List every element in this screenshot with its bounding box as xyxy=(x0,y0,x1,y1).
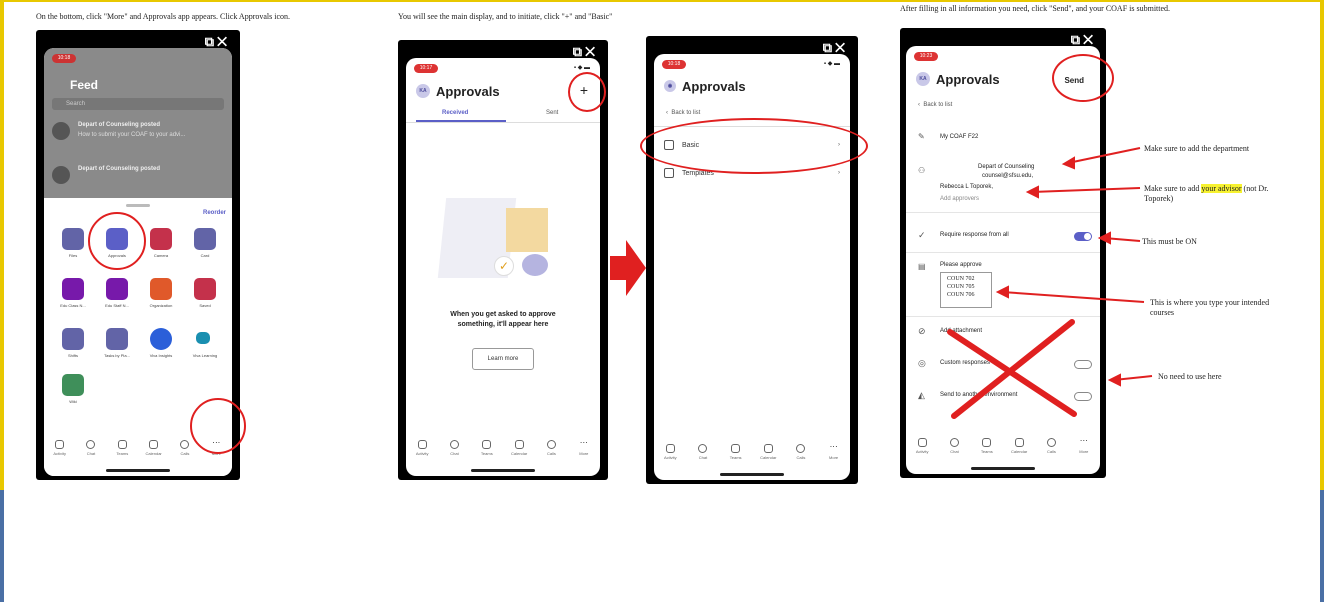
annotation-advisor: Make sure to add your advisor (not Dr. To… xyxy=(1144,184,1320,204)
annotation-must-be-on: This must be ON xyxy=(1142,237,1197,246)
annotation-courses: This is where you type your intended cour… xyxy=(1150,298,1269,318)
arrow-to-courses xyxy=(1001,291,1145,303)
annotation-courses-line2: courses xyxy=(1150,308,1174,317)
arrow-to-department xyxy=(1067,147,1141,164)
arrow-head-icon xyxy=(995,285,1009,299)
arrow-head-icon xyxy=(1061,156,1075,170)
annotation-no-need: No need to use here xyxy=(1158,372,1222,381)
arrow-to-advisor xyxy=(1031,187,1141,193)
annotation-department: Make sure to add the department xyxy=(1144,144,1250,153)
arrow-head-icon xyxy=(1097,231,1111,245)
annotation-courses-line1: This is where you type your intended xyxy=(1150,298,1270,307)
annotation-advisor-post: (not Dr. xyxy=(1241,184,1269,193)
annotation-advisor-highlight: your advisor xyxy=(1201,184,1242,193)
annotation-advisor-pre: Make sure to add xyxy=(1144,184,1202,193)
annotation-advisor-line2: Toporek) xyxy=(1144,194,1174,203)
annotation-arrows xyxy=(995,147,1153,387)
arrow-head-icon xyxy=(1107,373,1121,387)
arrow-head-icon xyxy=(1025,185,1039,199)
